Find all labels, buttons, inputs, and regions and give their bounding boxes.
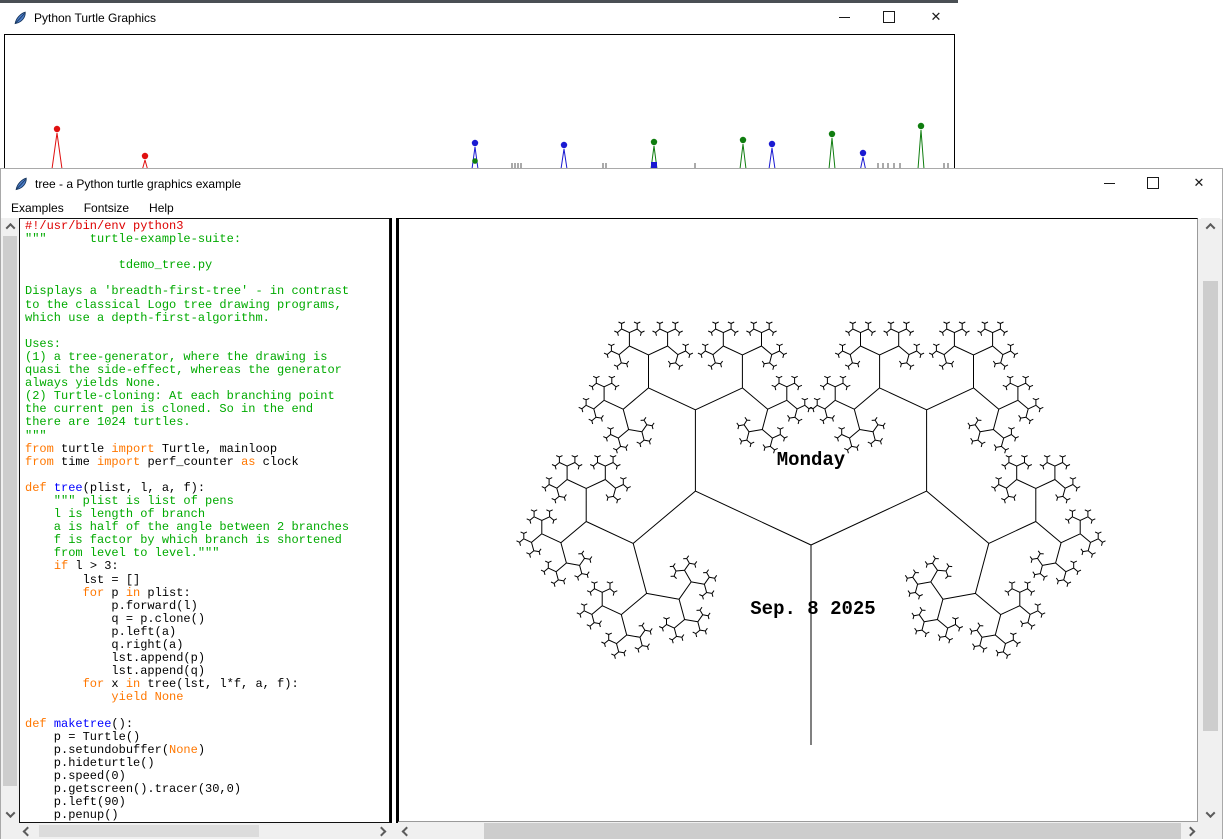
scroll-left-button[interactable] [398,823,415,839]
chevron-right-icon [377,826,387,836]
code-line: there are 1024 turtles. [25,416,389,429]
scroll-down-button[interactable] [1201,806,1220,823]
front-window: tree - a Python turtle graphics example … [0,168,1223,839]
source-code: #!/usr/bin/env python3""" turtle-example… [20,219,389,823]
code-vscroll-thumb[interactable] [3,236,17,786]
scroll-right-button[interactable] [1182,823,1199,839]
code-hscroll-thumb[interactable] [39,825,259,837]
back-window-title: Python Turtle Graphics [34,3,156,33]
close-button[interactable]: ✕ [916,3,956,31]
chevron-left-icon [402,826,412,836]
code-line: yield None [25,691,389,704]
minimize-button[interactable] [824,3,864,31]
menu-bar: ExamplesFontsizeHelp [1,199,1222,219]
code-line: which use a depth-first-algorithm. [25,312,389,325]
chevron-right-icon [1186,826,1196,836]
scrollbar-corner [390,823,398,839]
chevron-down-icon [5,808,15,818]
code-horizontal-scrollbar[interactable] [19,823,390,839]
maximize-icon [1147,177,1159,189]
canvas-text-label: Monday [777,449,846,471]
close-icon: ✕ [931,10,942,25]
chevron-up-icon [5,223,15,233]
turtle-sprouts [5,35,952,169]
canvas-text-label: Sep. 8 2025 [750,598,875,620]
front-window-title: tree - a Python turtle graphics example [35,169,241,199]
chevron-up-icon [1206,223,1216,233]
scroll-right-button[interactable] [373,823,390,839]
menu-examples[interactable]: Examples [1,199,74,219]
fractal-tree: Monday Sep. 8 2025 [399,219,1197,821]
maximize-icon [883,11,895,23]
close-button[interactable]: ✕ [1179,169,1219,197]
chevron-down-icon [1206,808,1216,818]
code-vertical-scrollbar[interactable] [1,218,19,823]
menu-fontsize[interactable]: Fontsize [74,199,139,219]
back-window: Python Turtle Graphics ✕ [0,0,958,170]
turtle-drawing-canvas: Monday Sep. 8 2025 [398,218,1198,822]
maximize-button[interactable] [1133,169,1173,197]
front-titlebar[interactable]: tree - a Python turtle graphics example … [1,169,1222,199]
canvas-vertical-scrollbar[interactable] [1201,218,1220,823]
maximize-button[interactable] [869,3,909,31]
code-line [25,325,389,338]
python-feather-icon [12,10,28,26]
code-line: tdemo_tree.py [25,259,389,272]
pane-separator [390,218,398,823]
scroll-left-button[interactable] [19,823,36,839]
minimize-icon [839,17,850,18]
menu-help[interactable]: Help [139,199,184,219]
scroll-down-button[interactable] [1,806,19,823]
code-line: from time import perf_counter as clock [25,456,389,469]
scrollbar-corner [1,823,19,839]
close-icon: ✕ [1194,176,1205,191]
canvas-horizontal-scrollbar[interactable] [398,823,1199,839]
code-line: """ turtle-example-suite: [25,233,389,246]
scroll-up-button[interactable] [1201,218,1220,235]
desktop: { "colors": { "syntax": {"comment": "#dd… [0,0,1223,839]
back-titlebar[interactable]: Python Turtle Graphics ✕ [0,3,958,33]
chevron-left-icon [23,826,33,836]
canvas-vscroll-thumb[interactable] [1203,281,1218,731]
minimize-icon [1104,183,1115,184]
canvas-hscroll-thumb[interactable] [484,823,1181,839]
back-turtle-canvas [4,34,955,171]
python-feather-icon [13,176,29,192]
code-viewer[interactable]: #!/usr/bin/env python3""" turtle-example… [19,218,390,823]
scroll-up-button[interactable] [1,218,19,235]
scrollbar-corner [1199,823,1222,839]
minimize-button[interactable] [1089,169,1129,197]
